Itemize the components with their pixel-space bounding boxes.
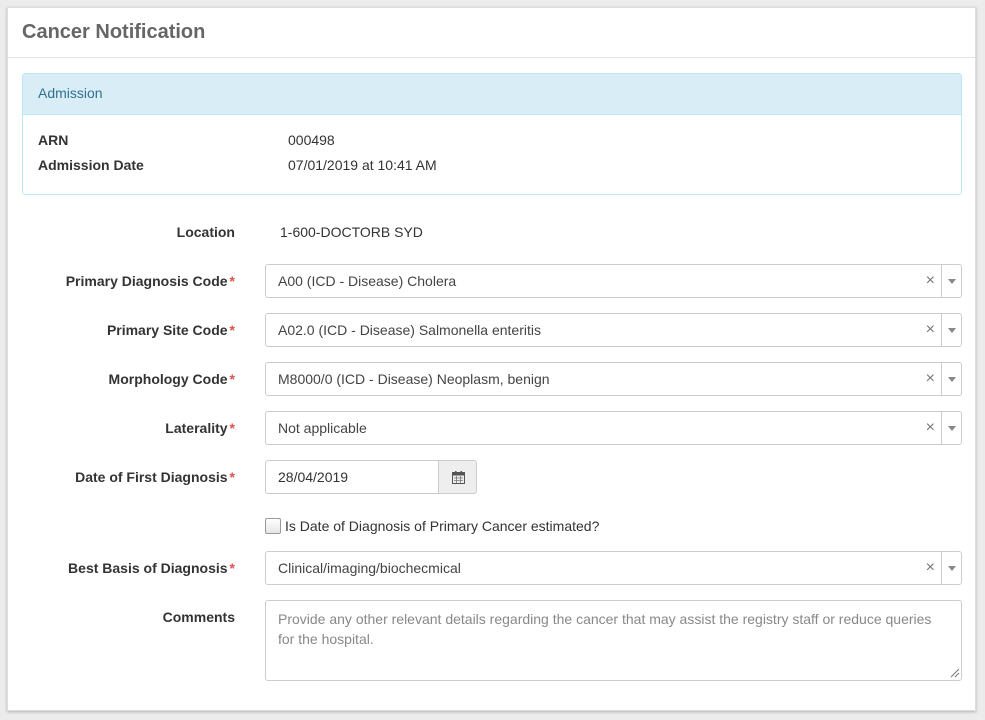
admission-date-value: 07/01/2019 at 10:41 AM [288, 157, 437, 173]
clear-icon[interactable]: × [926, 370, 935, 388]
primary-site-label: Primary Site Code * [106, 322, 235, 338]
required-marker: * [229, 420, 235, 436]
morphology-label: Morphology Code * [108, 371, 235, 387]
estimated-label[interactable]: Is Date of Diagnosis of Primary Cancer e… [285, 518, 599, 534]
clear-icon[interactable]: × [926, 321, 935, 339]
required-marker: * [229, 371, 235, 387]
date-picker [265, 460, 477, 494]
comments-textarea[interactable] [265, 600, 962, 681]
admission-date-label: Admission Date [38, 157, 144, 173]
best-basis-select[interactable]: Clinical/imaging/biochecmical × [265, 551, 962, 585]
required-marker: * [229, 560, 235, 576]
first-diagnosis-date-label: Date of First Diagnosis * [75, 469, 235, 485]
morphology-value: M8000/0 (ICD - Disease) Neoplasm, benign [278, 371, 550, 387]
calendar-button[interactable] [438, 460, 477, 494]
clear-icon[interactable]: × [926, 272, 935, 290]
arn-label: ARN [38, 132, 69, 148]
chevron-down-icon[interactable] [948, 279, 956, 284]
comments-label: Comments [162, 609, 235, 625]
select-divider [941, 363, 942, 395]
resize-grip-icon[interactable] [948, 666, 960, 678]
primary-diagnosis-value: A00 (ICD - Disease) Cholera [278, 273, 457, 289]
select-divider [941, 412, 942, 444]
estimated-checkbox[interactable] [265, 518, 281, 534]
first-diagnosis-date-input[interactable] [265, 460, 439, 494]
best-basis-value: Clinical/imaging/biochecmical [278, 560, 461, 576]
laterality-label: Laterality * [165, 420, 235, 436]
location-value: 1-600-DOCTORB SYD [280, 224, 423, 240]
primary-diagnosis-select[interactable]: A00 (ICD - Disease) Cholera × [265, 264, 962, 298]
required-marker: * [229, 273, 235, 289]
primary-site-select[interactable]: A02.0 (ICD - Disease) Salmonella enterit… [265, 313, 962, 347]
best-basis-label: Best Basis of Diagnosis * [68, 560, 235, 576]
arn-value: 000498 [288, 132, 335, 148]
location-label: Location [176, 224, 235, 240]
chevron-down-icon[interactable] [948, 566, 956, 571]
calendar-icon [452, 471, 465, 484]
primary-diagnosis-label: Primary Diagnosis Code * [65, 273, 235, 289]
select-divider [941, 265, 942, 297]
required-marker: * [229, 322, 235, 338]
chevron-down-icon[interactable] [948, 328, 956, 333]
chevron-down-icon[interactable] [948, 377, 956, 382]
admission-section: Admission ARN 000498 Admission Date 07/0… [22, 73, 962, 195]
laterality-select[interactable]: Not applicable × [265, 411, 962, 445]
admission-heading: Admission [23, 74, 961, 115]
clear-icon[interactable]: × [926, 419, 935, 437]
select-divider [941, 552, 942, 584]
panel-header: Cancer Notification [8, 8, 975, 58]
morphology-select[interactable]: M8000/0 (ICD - Disease) Neoplasm, benign… [265, 362, 962, 396]
chevron-down-icon[interactable] [948, 426, 956, 431]
laterality-value: Not applicable [278, 420, 367, 436]
required-marker: * [229, 469, 235, 485]
select-divider [941, 314, 942, 346]
clear-icon[interactable]: × [926, 559, 935, 577]
page-title: Cancer Notification [22, 21, 206, 43]
cancer-notification-panel: Cancer Notification Admission ARN 000498… [7, 7, 976, 711]
estimated-row: Is Date of Diagnosis of Primary Cancer e… [265, 518, 599, 534]
primary-site-value: A02.0 (ICD - Disease) Salmonella enterit… [278, 322, 541, 338]
